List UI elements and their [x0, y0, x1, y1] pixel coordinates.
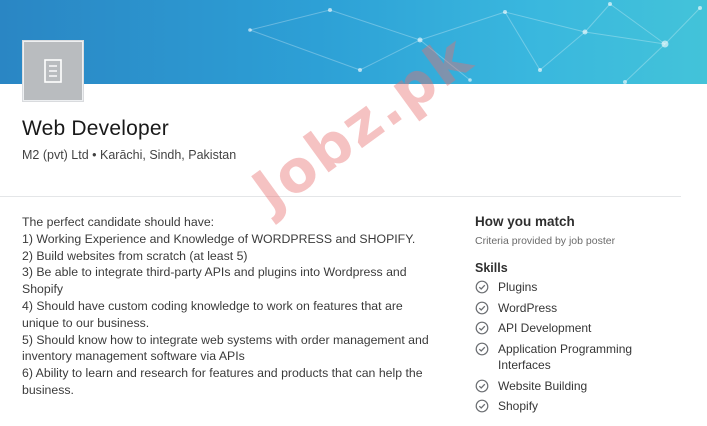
skill-item: Application Programming Interfaces — [475, 341, 685, 374]
description-line: 5) Should know how to integrate web syst… — [22, 332, 429, 347]
description-line: The perfect candidate should have: — [22, 215, 215, 229]
section-divider — [0, 196, 681, 197]
skill-label: WordPress — [498, 300, 558, 315]
check-circle-icon — [475, 321, 489, 335]
description-line: business. — [22, 382, 74, 397]
description-line: unique to our business. — [22, 315, 150, 330]
check-circle-icon — [475, 399, 489, 413]
skill-label: Application Programming Interfaces — [498, 341, 633, 373]
skill-label: Shopify — [498, 399, 539, 413]
skills-heading: Skills — [475, 261, 508, 275]
network-pattern — [248, 2, 702, 84]
skill-label: Plugins — [498, 280, 538, 294]
how-you-match-panel: How you match Criteria provided by job p… — [475, 214, 685, 415]
building-icon — [44, 59, 62, 83]
skill-label: Website Building — [498, 378, 588, 393]
job-title: Web Developer — [22, 117, 169, 140]
logo-placeholder — [24, 42, 82, 100]
skill-item: API Development — [475, 320, 685, 337]
description-line: 6) Ability to learn and research for fea… — [22, 366, 423, 381]
description-line: 1) Working Experience and Knowledge of W… — [22, 231, 416, 246]
check-circle-icon — [475, 280, 489, 294]
description-line: 2) Build websites from scratch (at least… — [22, 248, 248, 263]
description-line: 4) Should have custom coding knowledge t… — [22, 298, 403, 313]
description-line: 3) Be able to integrate third-party APIs… — [22, 265, 407, 280]
skill-item: WordPress — [475, 300, 685, 317]
company-location: M2 (pvt) Ltd • Karāchi, Sindh, Pakistan — [22, 148, 237, 162]
description-line: inventory management software via APIs — [22, 349, 245, 364]
how-you-match-heading: How you match — [475, 214, 575, 229]
check-circle-icon — [475, 342, 489, 355]
skill-item: Plugins — [475, 279, 685, 296]
job-description: The perfect candidate should have: 1) Wo… — [22, 214, 452, 399]
criteria-note: Criteria provided by job poster — [475, 235, 616, 247]
skill-label: API Development — [498, 321, 592, 335]
check-circle-icon — [475, 301, 489, 314]
header-banner — [0, 0, 707, 84]
check-circle-icon — [475, 379, 489, 392]
skill-item: Shopify — [475, 398, 685, 415]
skill-item: Website Building — [475, 378, 685, 395]
description-line: Shopify — [22, 282, 64, 297]
company-logo[interactable] — [22, 40, 84, 102]
